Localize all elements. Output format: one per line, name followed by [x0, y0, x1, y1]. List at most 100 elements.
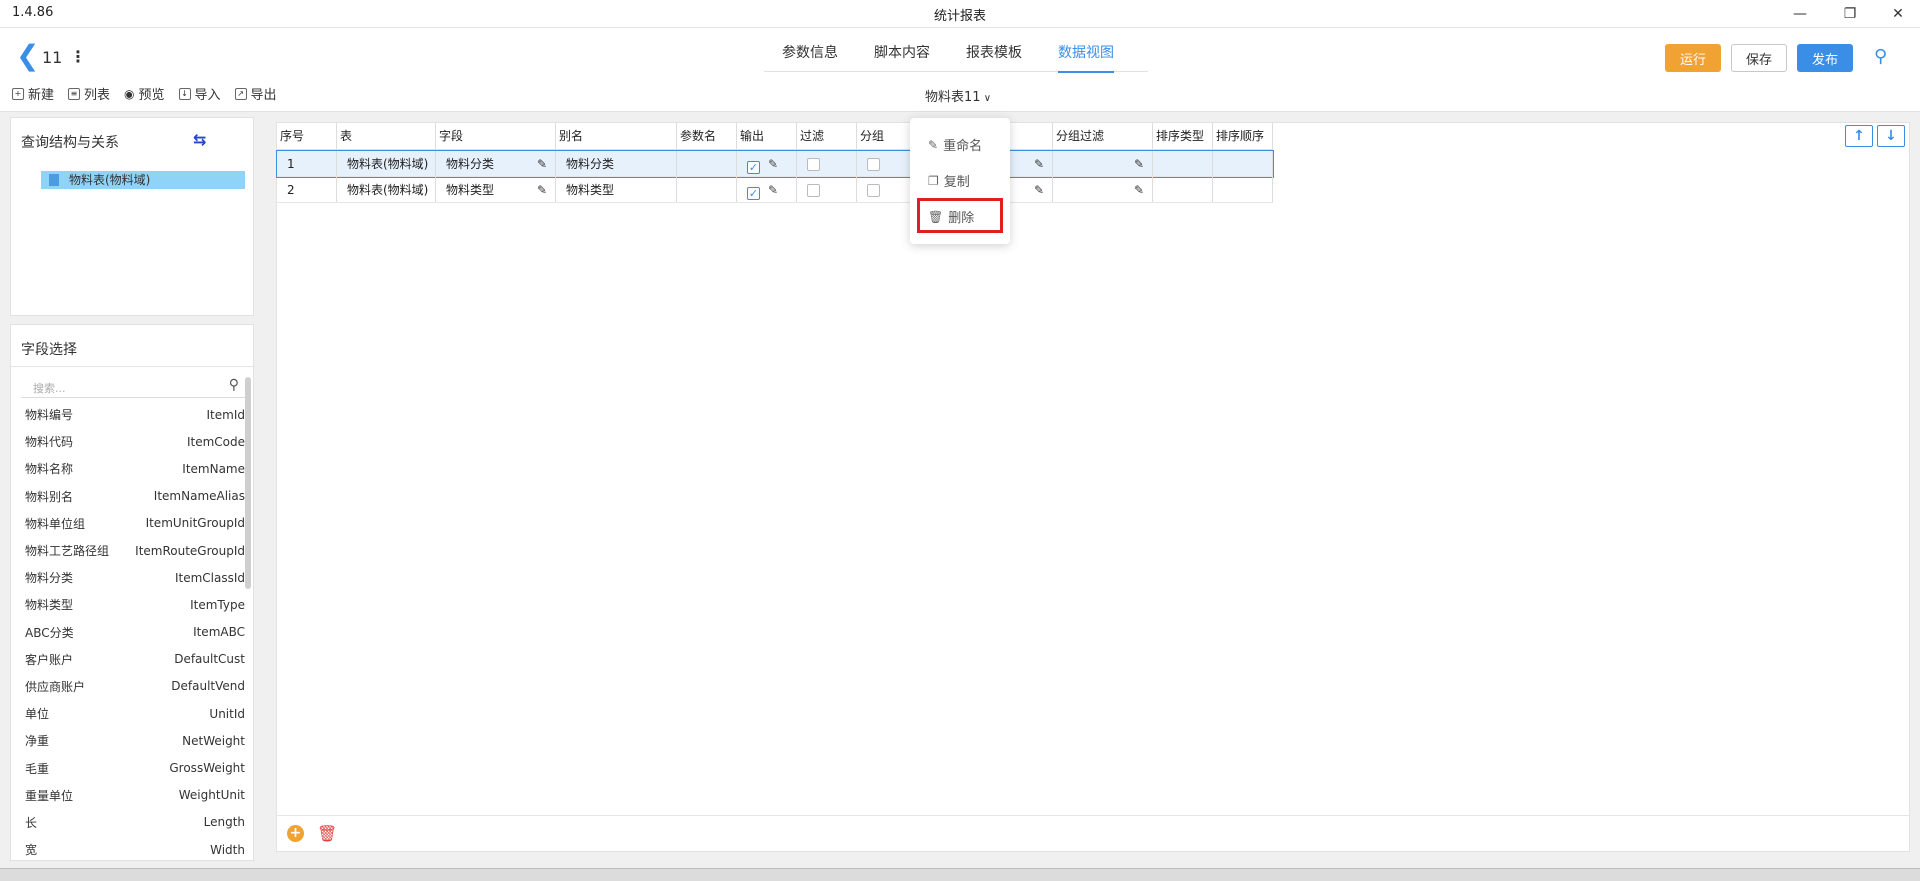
edit-icon[interactable]: ✎ — [768, 177, 778, 203]
back-icon[interactable]: ❮ — [16, 42, 39, 70]
publish-button[interactable]: 发布 — [1797, 44, 1853, 72]
new-button[interactable]: + 新建 — [12, 84, 54, 103]
field-cn-name: 宽 — [25, 843, 38, 858]
table-cell[interactable] — [1213, 177, 1273, 202]
context-menu: ✎ 重命名 ❐ 复制 🗑 删除 — [910, 118, 1010, 244]
restore-icon[interactable]: ❐ — [1830, 0, 1870, 28]
table-cell[interactable] — [797, 177, 857, 202]
edit-pencil-icon[interactable]: ✎ — [537, 177, 547, 203]
edit-pencil-icon[interactable]: ✎ — [1034, 177, 1044, 203]
field-item[interactable]: 物料编号 ItemId — [11, 401, 245, 428]
group-checkbox[interactable] — [867, 184, 880, 197]
field-item[interactable]: 客户账户 DefaultCust — [11, 646, 245, 673]
close-icon[interactable]: ✕ — [1878, 0, 1918, 28]
table-cell[interactable]: 1 — [277, 151, 337, 176]
rename-menu-item[interactable]: ✎ 重命名 — [928, 135, 982, 155]
add-row-icon[interactable]: + — [287, 825, 304, 842]
column-header[interactable]: 输出 — [737, 123, 797, 149]
table-cell[interactable] — [857, 151, 913, 176]
field-search-input[interactable]: 搜索... ⚲ — [21, 376, 245, 398]
table-cell[interactable]: 物料类型 ✎ — [436, 177, 556, 202]
field-item[interactable]: ABC分类 ItemABC — [11, 619, 245, 646]
table-cell[interactable] — [1153, 177, 1213, 202]
filter-checkbox[interactable] — [807, 158, 820, 171]
table-selector[interactable]: 物料表11 ∨ — [925, 86, 991, 105]
key-icon[interactable]: ⚲ — [1874, 46, 1887, 67]
field-item[interactable]: 物料工艺路径组 ItemRouteGroupId — [11, 537, 245, 564]
table-cell[interactable]: 物料分类 — [556, 151, 677, 176]
table-cell[interactable] — [1213, 151, 1273, 176]
column-header[interactable]: 分组过滤 — [1053, 123, 1153, 149]
table-cell[interactable]: 物料表(物料域) — [337, 177, 436, 202]
column-header[interactable]: 字段 — [436, 123, 556, 149]
scrollbar[interactable] — [245, 377, 251, 589]
field-item[interactable]: 物料名称 ItemName — [11, 455, 245, 482]
minimize-icon[interactable]: — — [1780, 0, 1820, 28]
field-item[interactable]: 物料别名 ItemNameAlias — [11, 483, 245, 510]
output-checkbox[interactable]: ✓ — [747, 187, 760, 200]
table-row[interactable]: 2 物料表(物料域) 物料类型 ✎ 物料类型 ✓ ✎ ✎ ✎ — [277, 177, 1273, 203]
field-cn-name: 单位 — [25, 707, 50, 722]
column-header[interactable]: 排序顺序 — [1213, 123, 1273, 149]
copy-menu-item[interactable]: ❐ 复制 — [928, 171, 970, 191]
table-cell[interactable]: ✎ — [1053, 151, 1153, 176]
table-cell[interactable] — [677, 151, 737, 176]
move-up-button[interactable]: ↑ — [1845, 125, 1873, 147]
column-header[interactable]: 过滤 — [797, 123, 857, 149]
delete-row-icon[interactable]: 🗑 — [317, 824, 337, 843]
field-item[interactable]: 净重 NetWeight — [11, 727, 245, 754]
field-item[interactable]: 物料分类 ItemClassId — [11, 564, 245, 591]
field-item[interactable]: 物料类型 ItemType — [11, 591, 245, 618]
save-button[interactable]: 保存 — [1731, 44, 1787, 72]
edit-pencil-icon[interactable]: ✎ — [537, 151, 547, 177]
column-header[interactable]: 分组 — [857, 123, 913, 149]
field-item[interactable]: 单位 UnitId — [11, 700, 245, 727]
column-header[interactable]: 表 — [337, 123, 436, 149]
move-down-button[interactable]: ↓ — [1877, 125, 1905, 147]
edit-icon[interactable]: ✎ — [768, 151, 778, 177]
column-header[interactable]: 序号 — [277, 123, 337, 149]
edit-pencil-icon[interactable]: ✎ — [1134, 177, 1144, 203]
field-item[interactable]: 供应商账户 DefaultVend — [11, 673, 245, 700]
table-cell[interactable]: 物料类型 — [556, 177, 677, 202]
table-cell[interactable]: ✎ — [1053, 177, 1153, 202]
edit-pencil-icon[interactable]: ✎ — [1034, 151, 1044, 177]
tab-script[interactable]: 脚本内容 — [856, 42, 948, 72]
table-cell[interactable]: ✓ ✎ — [737, 151, 797, 176]
field-item[interactable]: 重量单位 WeightUnit — [11, 782, 245, 809]
list-button[interactable]: ≡ 列表 — [68, 84, 110, 103]
more-icon[interactable]: ⋮ — [70, 47, 86, 66]
swap-icon[interactable]: ⇆ — [193, 130, 206, 149]
table-row[interactable]: 1 物料表(物料域) 物料分类 ✎ 物料分类 ✓ ✎ ✎ ✎ — [276, 150, 1274, 178]
column-header[interactable]: 排序类型 — [1153, 123, 1213, 149]
table-cell[interactable]: 物料表(物料域) — [337, 151, 436, 176]
field-item[interactable]: 物料代码 ItemCode — [11, 428, 245, 455]
table-cell[interactable] — [677, 177, 737, 202]
output-checkbox[interactable]: ✓ — [747, 161, 760, 174]
export-button[interactable]: ↗ 导出 — [234, 84, 277, 103]
filter-checkbox[interactable] — [807, 184, 820, 197]
run-button[interactable]: 运行 — [1665, 44, 1721, 72]
field-cn-name: 物料类型 — [25, 598, 74, 613]
field-item[interactable]: 毛重 GrossWeight — [11, 754, 245, 781]
table-cell[interactable] — [797, 151, 857, 176]
field-item[interactable]: 宽 Width — [11, 836, 245, 860]
tab-template[interactable]: 报表模板 — [948, 42, 1040, 72]
field-item[interactable]: 长 Length — [11, 809, 245, 836]
table-cell[interactable]: ✓ ✎ — [737, 177, 797, 202]
group-checkbox[interactable] — [867, 158, 880, 171]
column-header[interactable]: 参数名 — [677, 123, 737, 149]
tab-data-view[interactable]: 数据视图 — [1040, 42, 1132, 73]
table-cell[interactable] — [857, 177, 913, 202]
tab-params[interactable]: 参数信息 — [764, 42, 856, 72]
import-button[interactable]: ↓ 导入 — [178, 84, 221, 103]
table-cell[interactable]: 物料分类 ✎ — [436, 151, 556, 176]
edit-pencil-icon[interactable]: ✎ — [1134, 151, 1144, 177]
table-cell[interactable] — [1153, 151, 1213, 176]
search-icon[interactable]: ⚲ — [229, 377, 239, 393]
preview-button[interactable]: ◉ 预览 — [124, 84, 165, 104]
tree-item-material-table[interactable]: 物料表(物料域) — [41, 171, 245, 189]
table-cell[interactable]: 2 — [277, 177, 337, 202]
field-item[interactable]: 物料单位组 ItemUnitGroupId — [11, 510, 245, 537]
column-header[interactable]: 别名 — [556, 123, 677, 149]
